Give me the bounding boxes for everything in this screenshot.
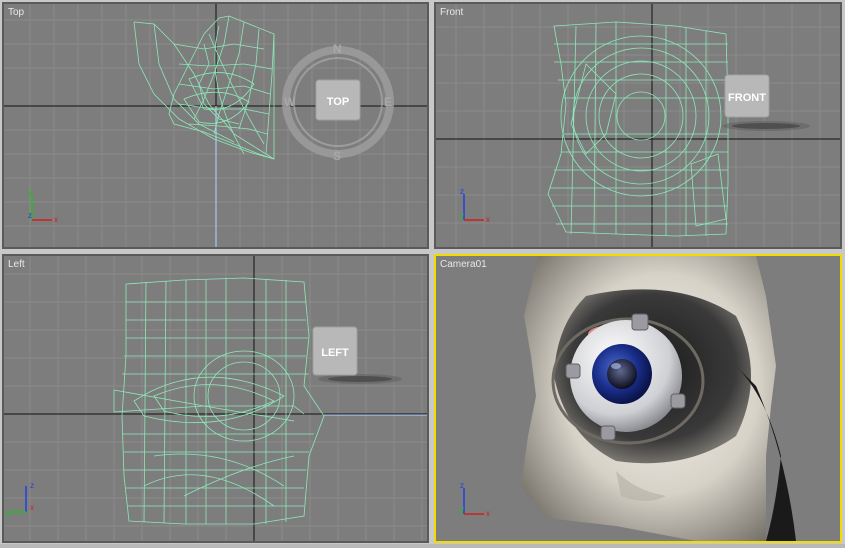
axis-y-label: y [6,509,10,518]
axis-x-label: x [486,509,490,518]
viewport-camera[interactable]: z y x Camera01 [434,254,842,543]
viewport-top[interactable]: W E N S TOP y z x Top [2,2,429,249]
view-cube-label: LEFT [321,347,349,359]
viewport-label-top[interactable]: Top [8,7,24,18]
compass-ring-icon[interactable]: W E N S TOP [280,42,396,163]
view-cube-top[interactable]: W E N S TOP [280,42,396,163]
viewport-label-camera[interactable]: Camera01 [440,259,487,270]
viewport-front[interactable]: FRONT z y x Front [434,2,842,249]
axis-y-label: y [460,505,464,514]
view-cube-label: FRONT [728,92,766,104]
compass-n: N [333,44,342,56]
axis-tripod-icon: y z x [28,187,58,224]
front-wireframe-mesh [547,21,729,237]
axis-y-label: y [28,187,32,196]
view-cube-icon[interactable]: LEFT [312,326,358,376]
top-wireframe-mesh [133,15,275,160]
axis-tripod-icon: z y x [460,481,490,518]
viewport-label-front[interactable]: Front [440,7,463,18]
axis-x-label: x [54,215,58,224]
axis-x-label: x [30,503,34,512]
left-wireframe-mesh [113,277,325,525]
view-cube-icon[interactable]: FRONT [724,74,770,118]
axis-z-label: z [28,211,32,220]
viewport-label-left[interactable]: Left [8,259,25,270]
view-cube-front[interactable]: FRONT [724,74,770,118]
axis-x-label: x [486,215,490,224]
axis-z-label: z [30,481,34,490]
left-grid [4,256,427,541]
compass-e: E [384,95,392,109]
axis-z-label: z [460,187,464,196]
compass-w: W [284,95,296,109]
view-cube-label: TOP [327,96,349,108]
view-cube-left[interactable]: LEFT [312,326,358,376]
compass-s: S [333,149,341,160]
axis-tripod-icon: z y x [6,481,34,518]
axis-tripod-icon: z y x [460,187,490,224]
status-strip [0,544,845,548]
viewport-left[interactable]: LEFT z y x Left [2,254,429,543]
axis-y-label: y [460,211,464,220]
axis-z-label: z [460,481,464,490]
